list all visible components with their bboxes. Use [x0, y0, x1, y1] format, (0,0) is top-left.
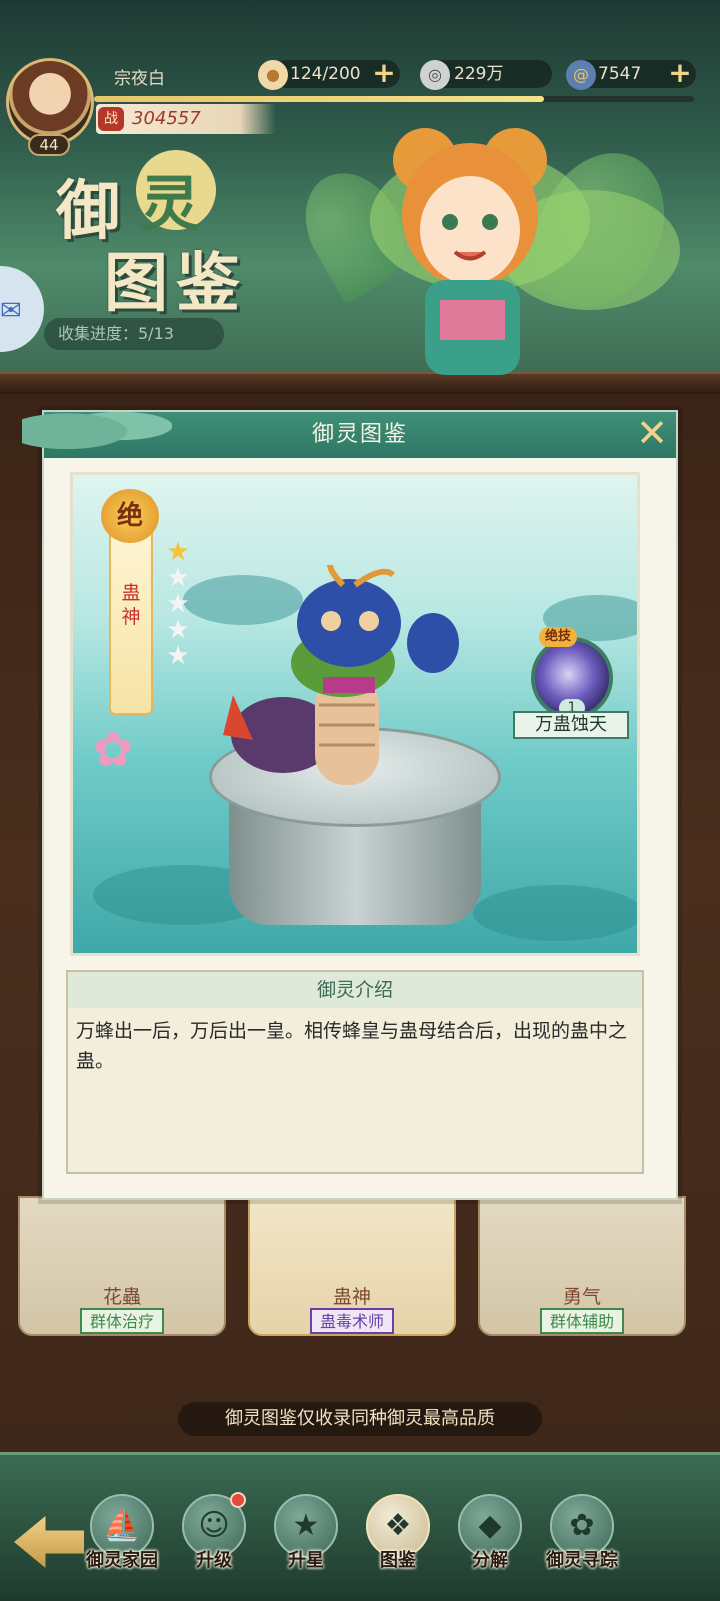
fairy-character-art	[370, 128, 680, 375]
pet-card[interactable]: 蛊神 蛊毒术师	[248, 1196, 456, 1336]
pet-card[interactable]: 勇气 群体辅助	[478, 1196, 686, 1336]
combat-power-value: 304557	[132, 108, 201, 129]
nav-label: 升级	[196, 1550, 232, 1571]
add-gem-button[interactable]: +	[668, 59, 692, 87]
nav-upgrade[interactable]: ☺ 升级	[174, 1492, 254, 1594]
skill-tag: 绝技	[539, 627, 578, 647]
grade-badge: 绝	[101, 489, 159, 543]
star-filled-icon: ★	[166, 537, 190, 567]
notification-dot	[230, 1492, 246, 1508]
pet-card-role: 蛊毒术师	[309, 1308, 395, 1334]
coin-value: 229万	[454, 64, 504, 84]
pet-card-name: 勇气	[562, 1286, 601, 1308]
pet-card-role: 群体治疗	[79, 1308, 165, 1334]
intro-text: 万蜂出一后，万后出一皇。相传蜂皇与蛊母结合后，出现的蛊中之蛊。	[76, 1020, 628, 1072]
pet-card[interactable]: 花蟲 群体治疗	[18, 1196, 226, 1336]
pet-showcase-scene: 绝 蛊神 ★ ★ ★ ★ ★ ✿ 绝技 1 万蛊蚀天	[70, 472, 640, 956]
title-char-3: 图	[104, 246, 168, 321]
nav-pet-home[interactable]: ⛵ 御灵家园	[82, 1494, 162, 1594]
player-level-badge: 44	[28, 134, 70, 156]
stamina-value: 124/200	[290, 64, 361, 84]
pet-card-name: 花蟲	[102, 1286, 141, 1308]
nav-label: 升星	[288, 1550, 324, 1571]
gem-value: 7547	[598, 64, 642, 84]
nav-decompose[interactable]: ◆ 分解	[450, 1494, 530, 1594]
nav-label: 御灵寻踪	[546, 1550, 618, 1571]
nav-label: 分解	[472, 1550, 508, 1571]
close-icon: ✕	[636, 411, 668, 455]
pet-card-name: 蛊神	[332, 1286, 371, 1308]
collect-progress: 收集进度：5/13	[44, 318, 224, 350]
nav-label: 御灵家园	[86, 1550, 158, 1571]
combat-power-icon: 战	[98, 107, 124, 131]
intro-title: 御灵介绍	[68, 972, 642, 1008]
nav-pet-tracking[interactable]: ✿ 御灵寻踪	[542, 1494, 622, 1594]
nav-label: 图鉴	[380, 1550, 416, 1571]
pet-card-role: 群体辅助	[539, 1308, 625, 1334]
gu-god-pet-art[interactable]	[223, 565, 483, 795]
pet-detail-dialog: 御灵图鉴 ✕ 绝 蛊神 ★ ★ ★ ★ ★ ✿ 绝技 1 万蛊蚀天 御灵介绍 万…	[22, 400, 678, 1200]
nav-star-up[interactable]: ★ 升星	[266, 1494, 346, 1594]
coin-icon: ◎	[420, 60, 450, 90]
add-stamina-button[interactable]: +	[372, 59, 396, 87]
steamed-bun-icon: ●	[258, 60, 288, 90]
nav-collection[interactable]: ❖ 图鉴	[358, 1494, 438, 1594]
lotus-icon: ✿	[92, 722, 134, 778]
star-empty-icon: ★	[166, 615, 190, 645]
collection-hint: 御灵图鉴仅收录同种御灵最高品质	[178, 1402, 542, 1436]
chat-icon: ✉	[0, 296, 22, 326]
skill-name: 万蛊蚀天	[513, 711, 629, 739]
xp-bar	[94, 96, 694, 102]
close-button[interactable]: ✕	[632, 414, 672, 454]
star-empty-icon: ★	[166, 563, 190, 593]
lilypad-decoration	[473, 885, 637, 941]
star-empty-icon: ★	[166, 641, 190, 671]
pet-name: 蛊神	[121, 582, 141, 628]
star-empty-icon: ★	[166, 589, 190, 619]
cloud-decoration	[22, 400, 172, 452]
wood-divider	[0, 372, 720, 394]
title-char-2: 灵	[140, 170, 200, 240]
spiral-gem-icon: @	[566, 60, 596, 90]
pet-intro-box: 御灵介绍 万蜂出一后，万后出一皇。相传蜂皇与蛊母结合后，出现的蛊中之蛊。	[66, 970, 644, 1174]
player-name: 宗夜白	[114, 69, 165, 89]
player-avatar[interactable]	[6, 58, 94, 146]
title-char-4: 鉴	[176, 246, 240, 321]
